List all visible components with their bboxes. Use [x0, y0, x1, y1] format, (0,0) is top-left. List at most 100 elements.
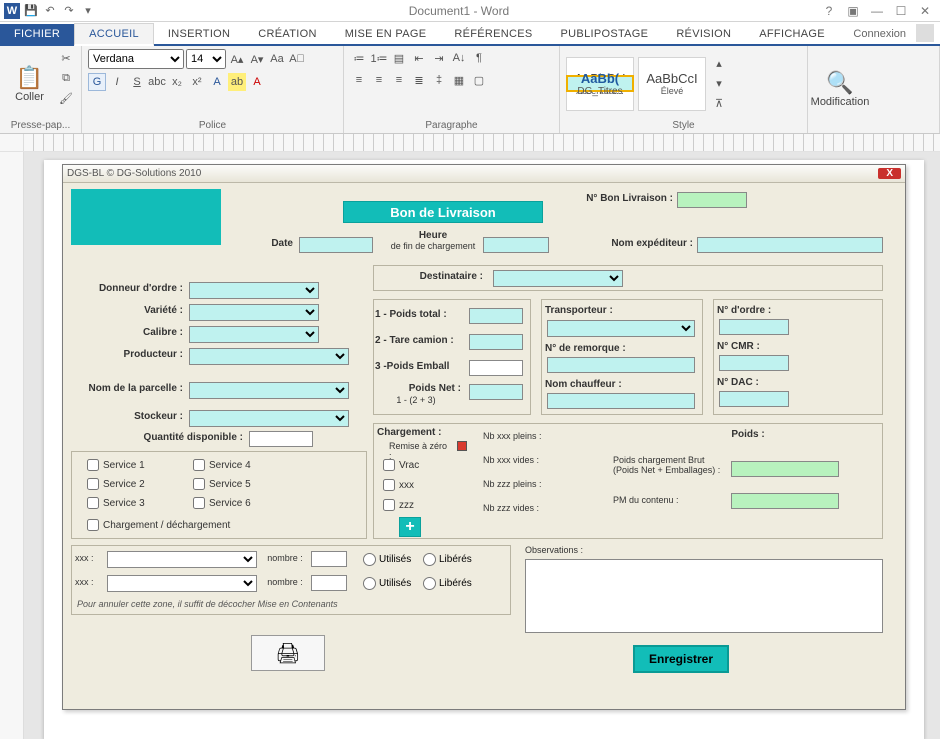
tab-publipostage[interactable]: PUBLIPOSTAGE — [547, 24, 663, 44]
input-ndac[interactable] — [719, 391, 789, 407]
tab-accueil[interactable]: ACCUEIL — [74, 23, 154, 46]
chk-service1[interactable]: Service 1 — [87, 459, 145, 471]
font-name-select[interactable]: Verdana — [88, 49, 184, 69]
tab-references[interactable]: RÉFÉRENCES — [440, 24, 546, 44]
tab-mise-en-page[interactable]: MISE EN PAGE — [331, 24, 441, 44]
select-stockeur[interactable] — [189, 410, 349, 427]
select-donneur[interactable] — [189, 282, 319, 299]
chk-service6[interactable]: Service 6 — [193, 497, 251, 509]
chk-zzz[interactable]: zzz — [383, 499, 414, 511]
plus-button[interactable]: + — [399, 517, 421, 537]
tab-insertion[interactable]: INSERTION — [154, 24, 244, 44]
cut-icon[interactable]: ✂ — [57, 49, 75, 67]
close-icon[interactable]: ✕ — [914, 4, 936, 18]
chk-service5[interactable]: Service 5 — [193, 478, 251, 490]
remise-indicator[interactable] — [457, 441, 467, 454]
input-pbrut[interactable] — [731, 461, 839, 477]
redo-icon[interactable]: ↷ — [61, 3, 77, 19]
text-effects-icon[interactable]: A — [208, 73, 226, 91]
input-nbon[interactable] — [677, 192, 747, 208]
subscript-icon[interactable]: x₂ — [168, 73, 186, 91]
styles-down-icon[interactable]: ▾ — [710, 75, 728, 93]
input-heure[interactable] — [483, 237, 549, 253]
input-emball[interactable] — [469, 360, 523, 376]
indent-dec-icon[interactable]: ⇤ — [410, 49, 428, 67]
input-nombre2[interactable] — [311, 575, 347, 591]
italic-button[interactable]: I — [108, 73, 126, 91]
shading-icon[interactable]: ▦ — [450, 71, 468, 89]
font-size-select[interactable]: 14 — [186, 49, 226, 69]
select-variete[interactable] — [189, 304, 319, 321]
change-case-icon[interactable]: Aa — [268, 50, 286, 68]
tab-fichier[interactable]: FICHIER — [0, 24, 74, 44]
form-close-button[interactable]: X — [878, 168, 901, 179]
input-nordre[interactable] — [719, 319, 789, 335]
rad-utilises2[interactable]: Utilisés — [363, 577, 411, 590]
copy-icon[interactable]: ⧉ — [57, 69, 75, 87]
input-pnet[interactable] — [469, 384, 523, 400]
style-eleve[interactable]: AaBbCcIÉlevé — [638, 57, 706, 111]
format-painter-icon[interactable]: 🖌 — [57, 89, 75, 107]
superscript-icon[interactable]: x² — [188, 73, 206, 91]
numbering-icon[interactable]: 1≔ — [370, 49, 388, 67]
qat-more-icon[interactable]: ▾ — [80, 3, 96, 19]
input-tare[interactable] — [469, 334, 523, 350]
select-xxx1[interactable] — [107, 551, 257, 568]
input-qdispo[interactable] — [249, 431, 313, 447]
select-parcelle[interactable] — [189, 382, 349, 399]
signin-link[interactable]: Connexion — [843, 24, 916, 44]
tab-creation[interactable]: CRÉATION — [244, 24, 330, 44]
help-icon[interactable]: ? — [818, 4, 840, 18]
justify-icon[interactable]: ≣ — [410, 71, 428, 89]
select-transporteur[interactable] — [547, 320, 695, 337]
rad-liberes1[interactable]: Libérés — [423, 553, 472, 566]
shrink-font-icon[interactable]: A▾ — [248, 50, 266, 68]
line-spacing-icon[interactable]: ‡ — [430, 71, 448, 89]
chk-service3[interactable]: Service 3 — [87, 497, 145, 509]
maximize-icon[interactable]: ☐ — [890, 4, 912, 18]
enregistrer-button[interactable]: Enregistrer — [633, 645, 729, 673]
minimize-icon[interactable]: — — [866, 4, 888, 18]
undo-icon[interactable]: ↶ — [42, 3, 58, 19]
input-chauffeur[interactable] — [547, 393, 695, 409]
bullets-icon[interactable]: ≔ — [350, 49, 368, 67]
borders-icon[interactable]: ▢ — [470, 71, 488, 89]
print-button[interactable]: 🖨 — [251, 635, 325, 671]
show-marks-icon[interactable]: ¶ — [470, 49, 488, 67]
rad-liberes2[interactable]: Libérés — [423, 577, 472, 590]
input-observations[interactable] — [525, 559, 883, 633]
select-producteur[interactable] — [189, 348, 349, 365]
editing-button[interactable]: 🔍Modification — [814, 49, 866, 129]
select-xxx2[interactable] — [107, 575, 257, 592]
align-right-icon[interactable]: ≡ — [390, 71, 408, 89]
align-left-icon[interactable]: ≡ — [350, 71, 368, 89]
rad-utilises1[interactable]: Utilisés — [363, 553, 411, 566]
input-ptotal[interactable] — [469, 308, 523, 324]
input-nombre1[interactable] — [311, 551, 347, 567]
multilevel-icon[interactable]: ▤ — [390, 49, 408, 67]
sort-icon[interactable]: A↓ — [450, 49, 468, 67]
paste-button[interactable]: 📋Coller — [6, 49, 53, 118]
chk-service2[interactable]: Service 2 — [87, 478, 145, 490]
select-calibre[interactable] — [189, 326, 319, 343]
input-remorque[interactable] — [547, 357, 695, 373]
styles-more-icon[interactable]: ⊼ — [710, 95, 728, 113]
indent-inc-icon[interactable]: ⇥ — [430, 49, 448, 67]
chk-chg-dechg[interactable]: Chargement / déchargement — [87, 519, 230, 531]
input-nomexp[interactable] — [697, 237, 883, 253]
bold-button[interactable]: G — [88, 73, 106, 91]
input-date[interactable] — [299, 237, 373, 253]
chk-service4[interactable]: Service 4 — [193, 459, 251, 471]
grow-font-icon[interactable]: A▴ — [228, 50, 246, 68]
clear-format-icon[interactable]: A⃠ — [288, 50, 306, 68]
align-center-icon[interactable]: ≡ — [370, 71, 388, 89]
ribbon-collapse-icon[interactable]: ▣ — [842, 4, 864, 18]
highlight-icon[interactable]: ab — [228, 73, 246, 91]
input-pmcontenu[interactable] — [731, 493, 839, 509]
underline-button[interactable]: S — [128, 73, 146, 91]
save-icon[interactable]: 💾 — [23, 3, 39, 19]
font-color-icon[interactable]: A — [248, 73, 266, 91]
select-destinataire[interactable] — [493, 270, 623, 287]
strike-icon[interactable]: abc — [148, 73, 166, 91]
styles-up-icon[interactable]: ▴ — [710, 55, 728, 73]
